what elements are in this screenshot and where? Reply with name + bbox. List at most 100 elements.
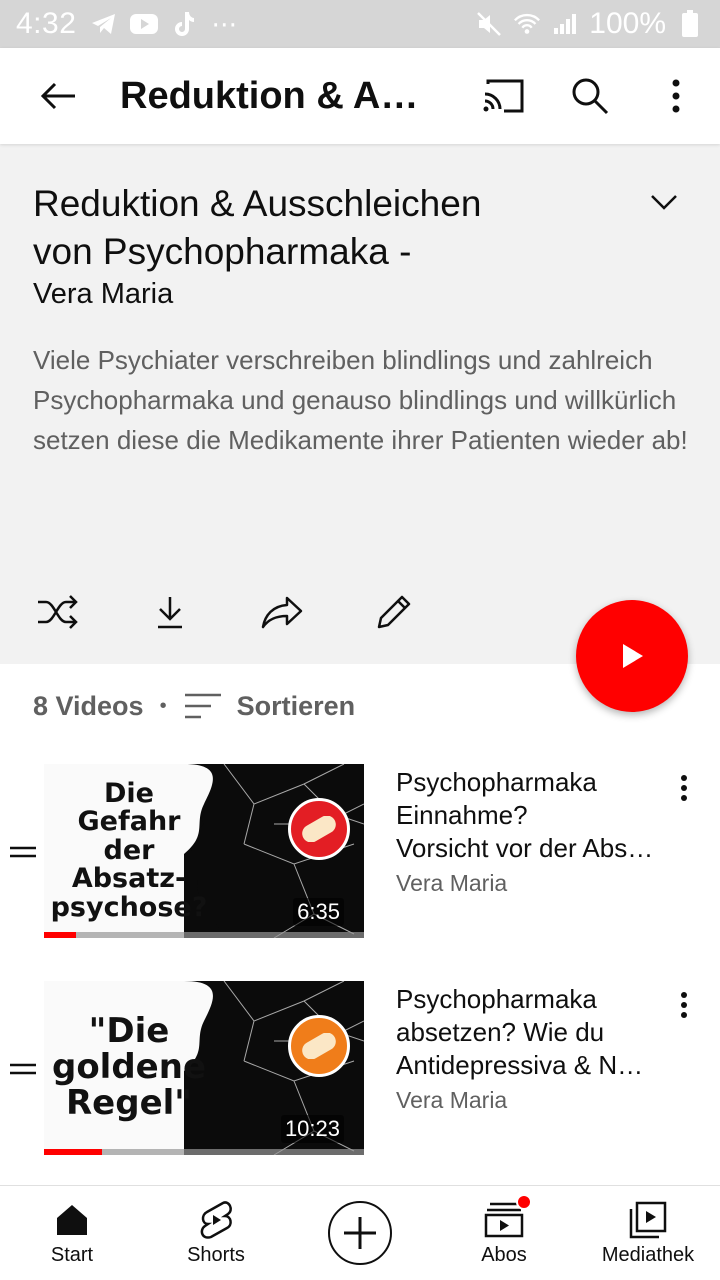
video-thumbnail[interactable]: "Die goldene Regel" 10:23	[44, 981, 364, 1155]
list-meta: 8 Videos • Sortieren	[33, 690, 355, 722]
nav-mediathek-label: Mediathek	[601, 1243, 695, 1266]
back-button[interactable]	[30, 68, 86, 124]
playlist-actions	[30, 584, 422, 640]
video-duration: 10:23	[280, 1115, 344, 1143]
edit-button[interactable]	[366, 584, 422, 640]
library-icon	[628, 1200, 668, 1240]
video-title-line: Antidepressiva & Neuroleptika	[396, 1050, 656, 1080]
home-icon	[52, 1200, 92, 1240]
video-thumbnail[interactable]: Die Gefahr der Absatz- psychose? 6:35	[44, 764, 364, 938]
more-notifications-icon: ⋯	[211, 8, 238, 39]
separator-dot: •	[159, 694, 167, 717]
battery-percent: 100%	[589, 7, 666, 40]
video-count: 8 Videos	[33, 690, 144, 721]
nav-shorts[interactable]: Shorts	[144, 1186, 288, 1280]
drag-handle-icon[interactable]	[10, 1059, 36, 1079]
expand-header-button[interactable]	[640, 182, 688, 222]
watch-progress-fill	[44, 1149, 102, 1155]
nav-start-label: Start	[50, 1243, 94, 1266]
signal-icon	[551, 10, 579, 38]
more-vert-icon	[681, 775, 687, 801]
play-all-button[interactable]	[576, 600, 688, 712]
thumbnail-text-line: psychose?	[50, 891, 208, 923]
thumbnail-text-line: goldene	[51, 1047, 206, 1088]
video-more-button[interactable]	[664, 768, 704, 808]
thumbnail-text-line: "Die	[88, 1011, 170, 1052]
battery-icon	[676, 10, 704, 38]
share-button[interactable]	[254, 584, 310, 640]
download-icon	[158, 597, 182, 629]
shuffle-button[interactable]	[30, 584, 86, 640]
search-icon	[572, 78, 609, 115]
search-button[interactable]	[560, 66, 620, 126]
watch-progress-fill	[44, 932, 76, 938]
sort-button[interactable]: Sortieren	[237, 691, 356, 722]
telegram-icon	[90, 10, 118, 38]
thumbnail-text: "Die goldene Regel"	[44, 981, 214, 1155]
plus-icon	[344, 1217, 376, 1249]
playlist-title: Reduktion & Ausschleichen von Psychophar…	[33, 180, 553, 276]
playlist-title-line1: Reduktion & Ausschleichen	[33, 183, 482, 224]
video-duration: 6:35	[293, 898, 344, 926]
page-title: Reduktion & Ausschleichen von Psychophar…	[120, 74, 430, 117]
pill-badge	[288, 1015, 350, 1077]
video-title-line: Psychopharmaka	[396, 767, 597, 797]
pencil-icon	[377, 595, 411, 629]
thumbnail-text-line: Absatz-	[71, 863, 187, 895]
video-channel: Vera Maria	[396, 870, 508, 896]
video-more-button[interactable]	[664, 985, 704, 1025]
arrow-left-icon	[40, 82, 75, 110]
play-icon	[623, 644, 643, 668]
nav-start[interactable]: Start	[0, 1186, 144, 1280]
thumbnail-text-line: Die	[104, 778, 154, 810]
tiktok-icon	[170, 10, 198, 38]
download-button[interactable]	[142, 584, 198, 640]
nav-shorts-label: Shorts	[187, 1243, 245, 1266]
video-title-line: Einnahme?	[396, 800, 528, 830]
video-title[interactable]: Psychopharmaka Einnahme? Vorsicht vor de…	[396, 766, 656, 865]
video-title[interactable]: Psychopharmaka absetzen? Wie du Antidepr…	[396, 983, 656, 1082]
pill-icon	[302, 1033, 336, 1059]
mute-icon	[475, 10, 503, 38]
shuffle-icon	[38, 595, 78, 629]
playlist-title-line2: von Psychopharmaka -	[33, 231, 412, 272]
top-app-bar: Reduktion & Ausschleichen von Psychophar…	[0, 48, 720, 144]
nav-create[interactable]	[288, 1186, 432, 1280]
more-options-button[interactable]	[646, 66, 706, 126]
shorts-icon	[196, 1200, 236, 1240]
thumbnail-text-line: der	[103, 834, 155, 866]
playlist-video-item[interactable]: "Die goldene Regel" 10:23 Psychopharmaka…	[0, 981, 720, 1171]
nav-mediathek[interactable]: Mediathek	[576, 1186, 720, 1280]
video-title-line: Psychopharmaka	[396, 984, 597, 1014]
bottom-navigation: Start Shorts Abos Mediathek	[0, 1185, 720, 1280]
thumbnail-text-line: Regel"	[65, 1082, 192, 1123]
wifi-icon	[513, 10, 541, 38]
playlist-description: Viele Psychiater verschreiben blindlings…	[33, 345, 688, 455]
cast-icon	[483, 79, 524, 113]
status-time: 4:32	[16, 7, 77, 40]
more-vert-icon	[681, 992, 687, 1018]
create-button[interactable]	[328, 1201, 392, 1265]
status-bar: 4:32 ⋯ 100%	[0, 0, 720, 48]
pill-badge	[288, 798, 350, 860]
playlist-header: Reduktion & Ausschleichen von Psychophar…	[0, 144, 720, 664]
thumbnail-text-line: Gefahr	[77, 806, 181, 838]
video-title-line: absetzen? Wie du	[396, 1017, 605, 1047]
nav-abos[interactable]: Abos	[432, 1186, 576, 1280]
playlist-video-item[interactable]: Die Gefahr der Absatz- psychose? 6:35 Ps…	[0, 764, 720, 954]
nav-abos-label: Abos	[481, 1243, 527, 1266]
cast-button[interactable]	[474, 66, 534, 126]
notification-dot	[516, 1194, 532, 1210]
drag-handle-icon[interactable]	[10, 842, 36, 862]
video-title-line: Vorsicht vor der Absatzpsychose	[396, 833, 656, 863]
chevron-down-icon	[651, 195, 677, 210]
watch-progress-track	[44, 932, 364, 938]
share-icon	[261, 596, 303, 629]
thumbnail-text: Die Gefahr der Absatz- psychose?	[44, 764, 214, 938]
playlist-owner[interactable]: Vera Maria	[33, 278, 173, 311]
youtube-icon	[130, 10, 159, 38]
more-vert-icon	[672, 79, 680, 113]
pill-icon	[302, 816, 336, 842]
video-channel: Vera Maria	[396, 1087, 508, 1113]
sort-icon[interactable]	[183, 690, 223, 722]
